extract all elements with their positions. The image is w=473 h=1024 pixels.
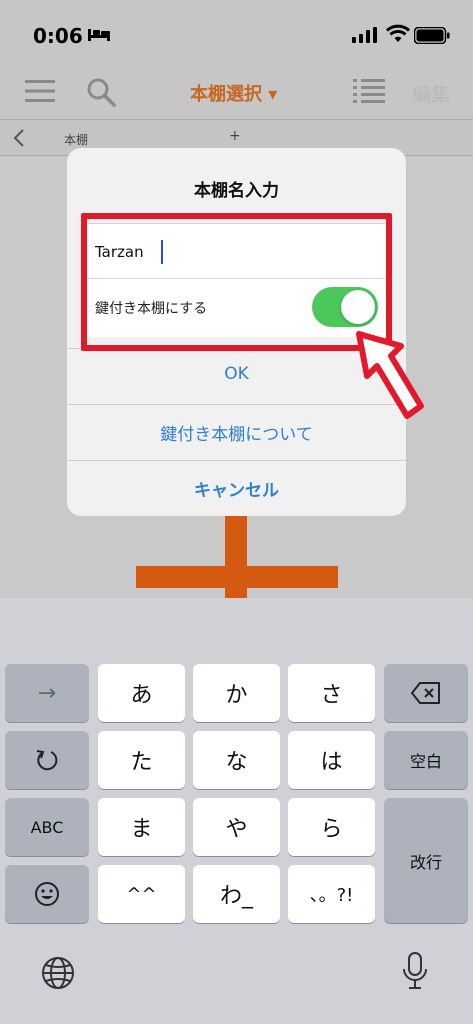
undo-icon: [36, 750, 58, 771]
key-return[interactable]: 改行: [384, 798, 468, 923]
bed-icon: [88, 29, 110, 41]
status-time: 0:06: [33, 24, 83, 48]
key-abc[interactable]: ABC: [5, 798, 89, 856]
key-a[interactable]: あ: [98, 664, 185, 722]
key-ya[interactable]: や: [193, 798, 280, 856]
key-ra[interactable]: ら: [288, 798, 375, 856]
key-punctuation[interactable]: 、。?!: [288, 865, 375, 923]
about-locked-shelf-button[interactable]: 鍵付き本棚について: [67, 420, 406, 445]
tab-bookshelf[interactable]: 本棚: [64, 131, 88, 148]
signal-icon: [352, 27, 377, 43]
key-kaomoji[interactable]: ^^: [98, 865, 185, 923]
list-icon[interactable]: [353, 78, 385, 104]
cancel-button[interactable]: キャンセル: [67, 476, 406, 501]
add-cross-horizontal: [136, 566, 338, 588]
highlight-box: [81, 213, 392, 351]
key-space[interactable]: 空白: [384, 731, 468, 789]
dialog-title: 本棚名入力: [194, 181, 279, 201]
key-delete[interactable]: [384, 664, 468, 722]
chevron-left-icon[interactable]: [12, 128, 26, 148]
key-ta[interactable]: た: [98, 731, 185, 789]
search-icon[interactable]: [86, 77, 116, 107]
separator: [67, 460, 406, 461]
menu-icon[interactable]: [25, 79, 55, 103]
edit-button[interactable]: 編集: [412, 80, 450, 107]
globe-icon[interactable]: [40, 955, 76, 991]
key-wa[interactable]: わ_: [193, 865, 280, 923]
key-ma[interactable]: ま: [98, 798, 185, 856]
key-sa[interactable]: さ: [288, 664, 375, 722]
key-emoji[interactable]: [5, 865, 89, 923]
microphone-icon[interactable]: [402, 951, 428, 991]
key-ka[interactable]: か: [193, 664, 280, 722]
key-ha[interactable]: は: [288, 731, 375, 789]
key-undo[interactable]: [5, 731, 89, 789]
key-arrow-right[interactable]: →: [5, 664, 89, 722]
backspace-icon: [411, 682, 440, 704]
arrow-pointer-icon: [356, 331, 424, 419]
add-tab-button[interactable]: +: [229, 128, 241, 144]
battery-icon: [414, 27, 450, 44]
bookshelf-select-title[interactable]: 本棚選択 ▾: [190, 80, 277, 106]
key-na[interactable]: な: [193, 731, 280, 789]
add-cross-vertical: [225, 515, 247, 601]
wifi-icon: [386, 24, 410, 42]
emoji-icon: [35, 882, 59, 906]
